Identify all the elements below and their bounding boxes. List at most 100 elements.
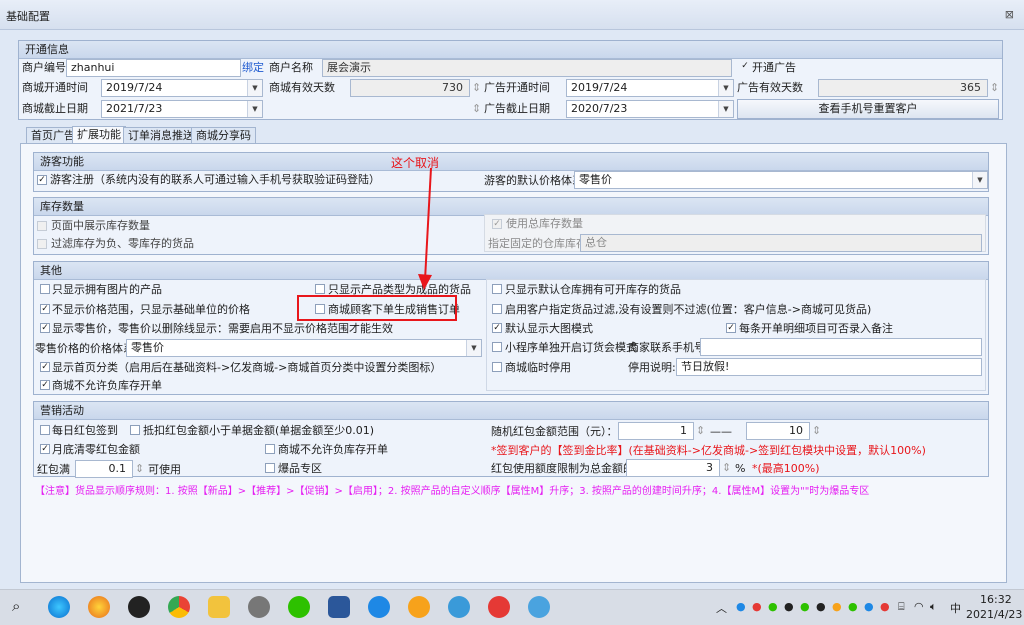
- mini-order-label: 小程序单独开启订货会模式: [505, 341, 637, 354]
- chevron-down-icon[interactable]: ▼: [718, 80, 733, 96]
- merchant-no-input[interactable]: zhanhui: [66, 59, 241, 77]
- redpack-full-input[interactable]: 0.1: [75, 460, 133, 478]
- fixed-warehouse-select[interactable]: 总仓: [580, 234, 982, 252]
- ad-valid-days-field: 365: [818, 79, 988, 97]
- tray-icon[interactable]: ●: [736, 600, 746, 613]
- filter-stock-label: 过滤库存为负、零库存的货品: [51, 237, 194, 250]
- stepper-icon[interactable]: ⇕: [696, 424, 705, 438]
- app-icon[interactable]: [248, 596, 270, 618]
- fixed-warehouse-label: 指定固定的仓库库存: [488, 237, 587, 250]
- tab-share-code[interactable]: 商城分享码: [191, 127, 256, 144]
- random-max-input[interactable]: 10: [746, 422, 810, 440]
- big-image-checkbox[interactable]: ✓: [492, 323, 502, 333]
- chevron-down-icon[interactable]: ▼: [247, 80, 262, 96]
- no-price-range-label: 不显示价格范围，只显示基础单位的价格: [52, 303, 250, 316]
- fixed-warehouse-value: 总仓: [585, 236, 607, 249]
- word-icon[interactable]: [328, 596, 350, 618]
- app-icon[interactable]: [448, 596, 470, 618]
- mall-pause-checkbox[interactable]: [492, 362, 502, 372]
- tray-icon[interactable]: ●: [832, 600, 842, 613]
- clock-time[interactable]: 16:32: [980, 593, 1012, 607]
- customer-filter-checkbox[interactable]: [492, 304, 502, 314]
- volume-icon[interactable]: 🔈︎: [930, 600, 937, 614]
- guest-register-checkbox[interactable]: ✓: [37, 175, 47, 185]
- wifi-icon[interactable]: ◠: [914, 600, 924, 613]
- app-icon[interactable]: [88, 596, 110, 618]
- mall-end-date-select[interactable]: 2021/7/23 ▼: [101, 100, 263, 118]
- tray-icon[interactable]: ●: [752, 600, 762, 613]
- app-icon[interactable]: [488, 596, 510, 618]
- show-retail-checkbox[interactable]: ✓: [40, 323, 50, 333]
- merchant-name-label: 商户名称: [269, 61, 313, 74]
- no-negative-stock-checkbox[interactable]: [265, 444, 275, 454]
- month-end-redpack-checkbox[interactable]: ✓: [40, 444, 50, 454]
- big-image-label: 默认显示大图模式: [505, 322, 593, 335]
- reset-customer-button[interactable]: 查看手机号重置客户: [737, 99, 999, 119]
- pause-note-input[interactable]: 节日放假!: [676, 358, 982, 376]
- chevron-down-icon[interactable]: ▼: [972, 172, 987, 188]
- chevron-up-icon[interactable]: ︿: [716, 600, 727, 616]
- random-min-input[interactable]: 1: [618, 422, 694, 440]
- ad-end-date-select[interactable]: 2020/7/23 ▼: [566, 100, 734, 118]
- deduct-checkbox[interactable]: [130, 425, 140, 435]
- retail-price-system-label: 零售价格的价格体系: [35, 342, 134, 355]
- folder-icon[interactable]: [208, 596, 230, 618]
- chevron-down-icon[interactable]: ▼: [247, 101, 262, 117]
- ime-indicator[interactable]: 中: [950, 600, 961, 616]
- chrome-icon[interactable]: [168, 596, 190, 618]
- chevron-down-icon[interactable]: ▼: [466, 340, 481, 356]
- retail-price-system-select[interactable]: 零售价 ▼: [126, 339, 482, 357]
- no-negative-checkbox[interactable]: ✓: [40, 380, 50, 390]
- ad-open-time-select[interactable]: 2019/7/24 ▼: [566, 79, 734, 97]
- tab-extended[interactable]: 扩展功能: [72, 126, 126, 144]
- daily-redpack-checkbox[interactable]: [40, 425, 50, 435]
- only-finished-checkbox[interactable]: [315, 284, 325, 294]
- limit-input[interactable]: 3: [626, 459, 720, 477]
- mini-order-checkbox[interactable]: [492, 342, 502, 352]
- wechat-icon[interactable]: [288, 596, 310, 618]
- chevron-down-icon[interactable]: ▼: [718, 101, 733, 117]
- no-price-range-checkbox[interactable]: ✓: [40, 304, 50, 314]
- close-icon[interactable]: ⊠: [1005, 8, 1014, 21]
- sign-note: *签到客户的【签到金比率】(在基础资料->亿发商城->签到红包模块中设置，默认1…: [491, 444, 926, 457]
- detail-note-checkbox[interactable]: ✓: [726, 323, 736, 333]
- stepper-icon[interactable]: ⇕: [135, 462, 144, 476]
- tray-icon[interactable]: ●: [880, 600, 890, 613]
- ad-open-time-label: 广告开通时间: [484, 81, 550, 94]
- tray-icon[interactable]: ●: [800, 600, 810, 613]
- mall-open-time-label: 商城开通时间: [22, 81, 88, 94]
- ad-end-date-value: 2020/7/23: [571, 102, 628, 115]
- only-img-checkbox[interactable]: [40, 284, 50, 294]
- stepper-icon[interactable]: ⇕: [722, 461, 731, 475]
- bind-link[interactable]: 绑定: [242, 61, 264, 75]
- no-negative-label: 商城不允许负库存开单: [52, 379, 162, 392]
- only-default-wh-checkbox[interactable]: [492, 284, 502, 294]
- guest-price-system-select[interactable]: 零售价 ▼: [574, 171, 988, 189]
- clock-date[interactable]: 2021/4/23: [966, 608, 1022, 622]
- filter-stock-checkbox[interactable]: [37, 239, 47, 249]
- network-icon[interactable]: ⌸: [898, 600, 905, 614]
- tab-order-push[interactable]: 订单消息推送: [123, 127, 199, 144]
- show-home-category-checkbox[interactable]: ✓: [40, 362, 50, 372]
- app-icon[interactable]: [528, 596, 550, 618]
- tray-icon[interactable]: ●: [768, 600, 778, 613]
- mall-open-time-select[interactable]: 2019/7/24 ▼: [101, 79, 263, 97]
- app-icon[interactable]: [408, 596, 430, 618]
- tray-icon[interactable]: ●: [864, 600, 874, 613]
- merchant-phone-input[interactable]: [700, 338, 982, 356]
- tray-icon[interactable]: ●: [816, 600, 826, 613]
- show-stock-checkbox[interactable]: [37, 221, 47, 231]
- stepper-icon[interactable]: ⇕: [812, 424, 821, 438]
- search-icon[interactable]: ⌕: [12, 599, 20, 614]
- app-icon[interactable]: [368, 596, 390, 618]
- qq-icon[interactable]: [128, 596, 150, 618]
- use-total-stock-checkbox[interactable]: ✓: [492, 219, 502, 229]
- tray-icon[interactable]: ●: [784, 600, 794, 613]
- edge-browser-icon[interactable]: [48, 596, 70, 618]
- open-ad-checkbox[interactable]: ✓: [740, 62, 750, 72]
- explosive-zone-checkbox[interactable]: [265, 463, 275, 473]
- window-titlebar: 基础配置 ⊠: [0, 0, 1024, 30]
- mall-end-date-label: 商城截止日期: [22, 102, 88, 115]
- tray-icon[interactable]: ●: [848, 600, 858, 613]
- mall-open-time-value: 2019/7/24: [106, 81, 163, 94]
